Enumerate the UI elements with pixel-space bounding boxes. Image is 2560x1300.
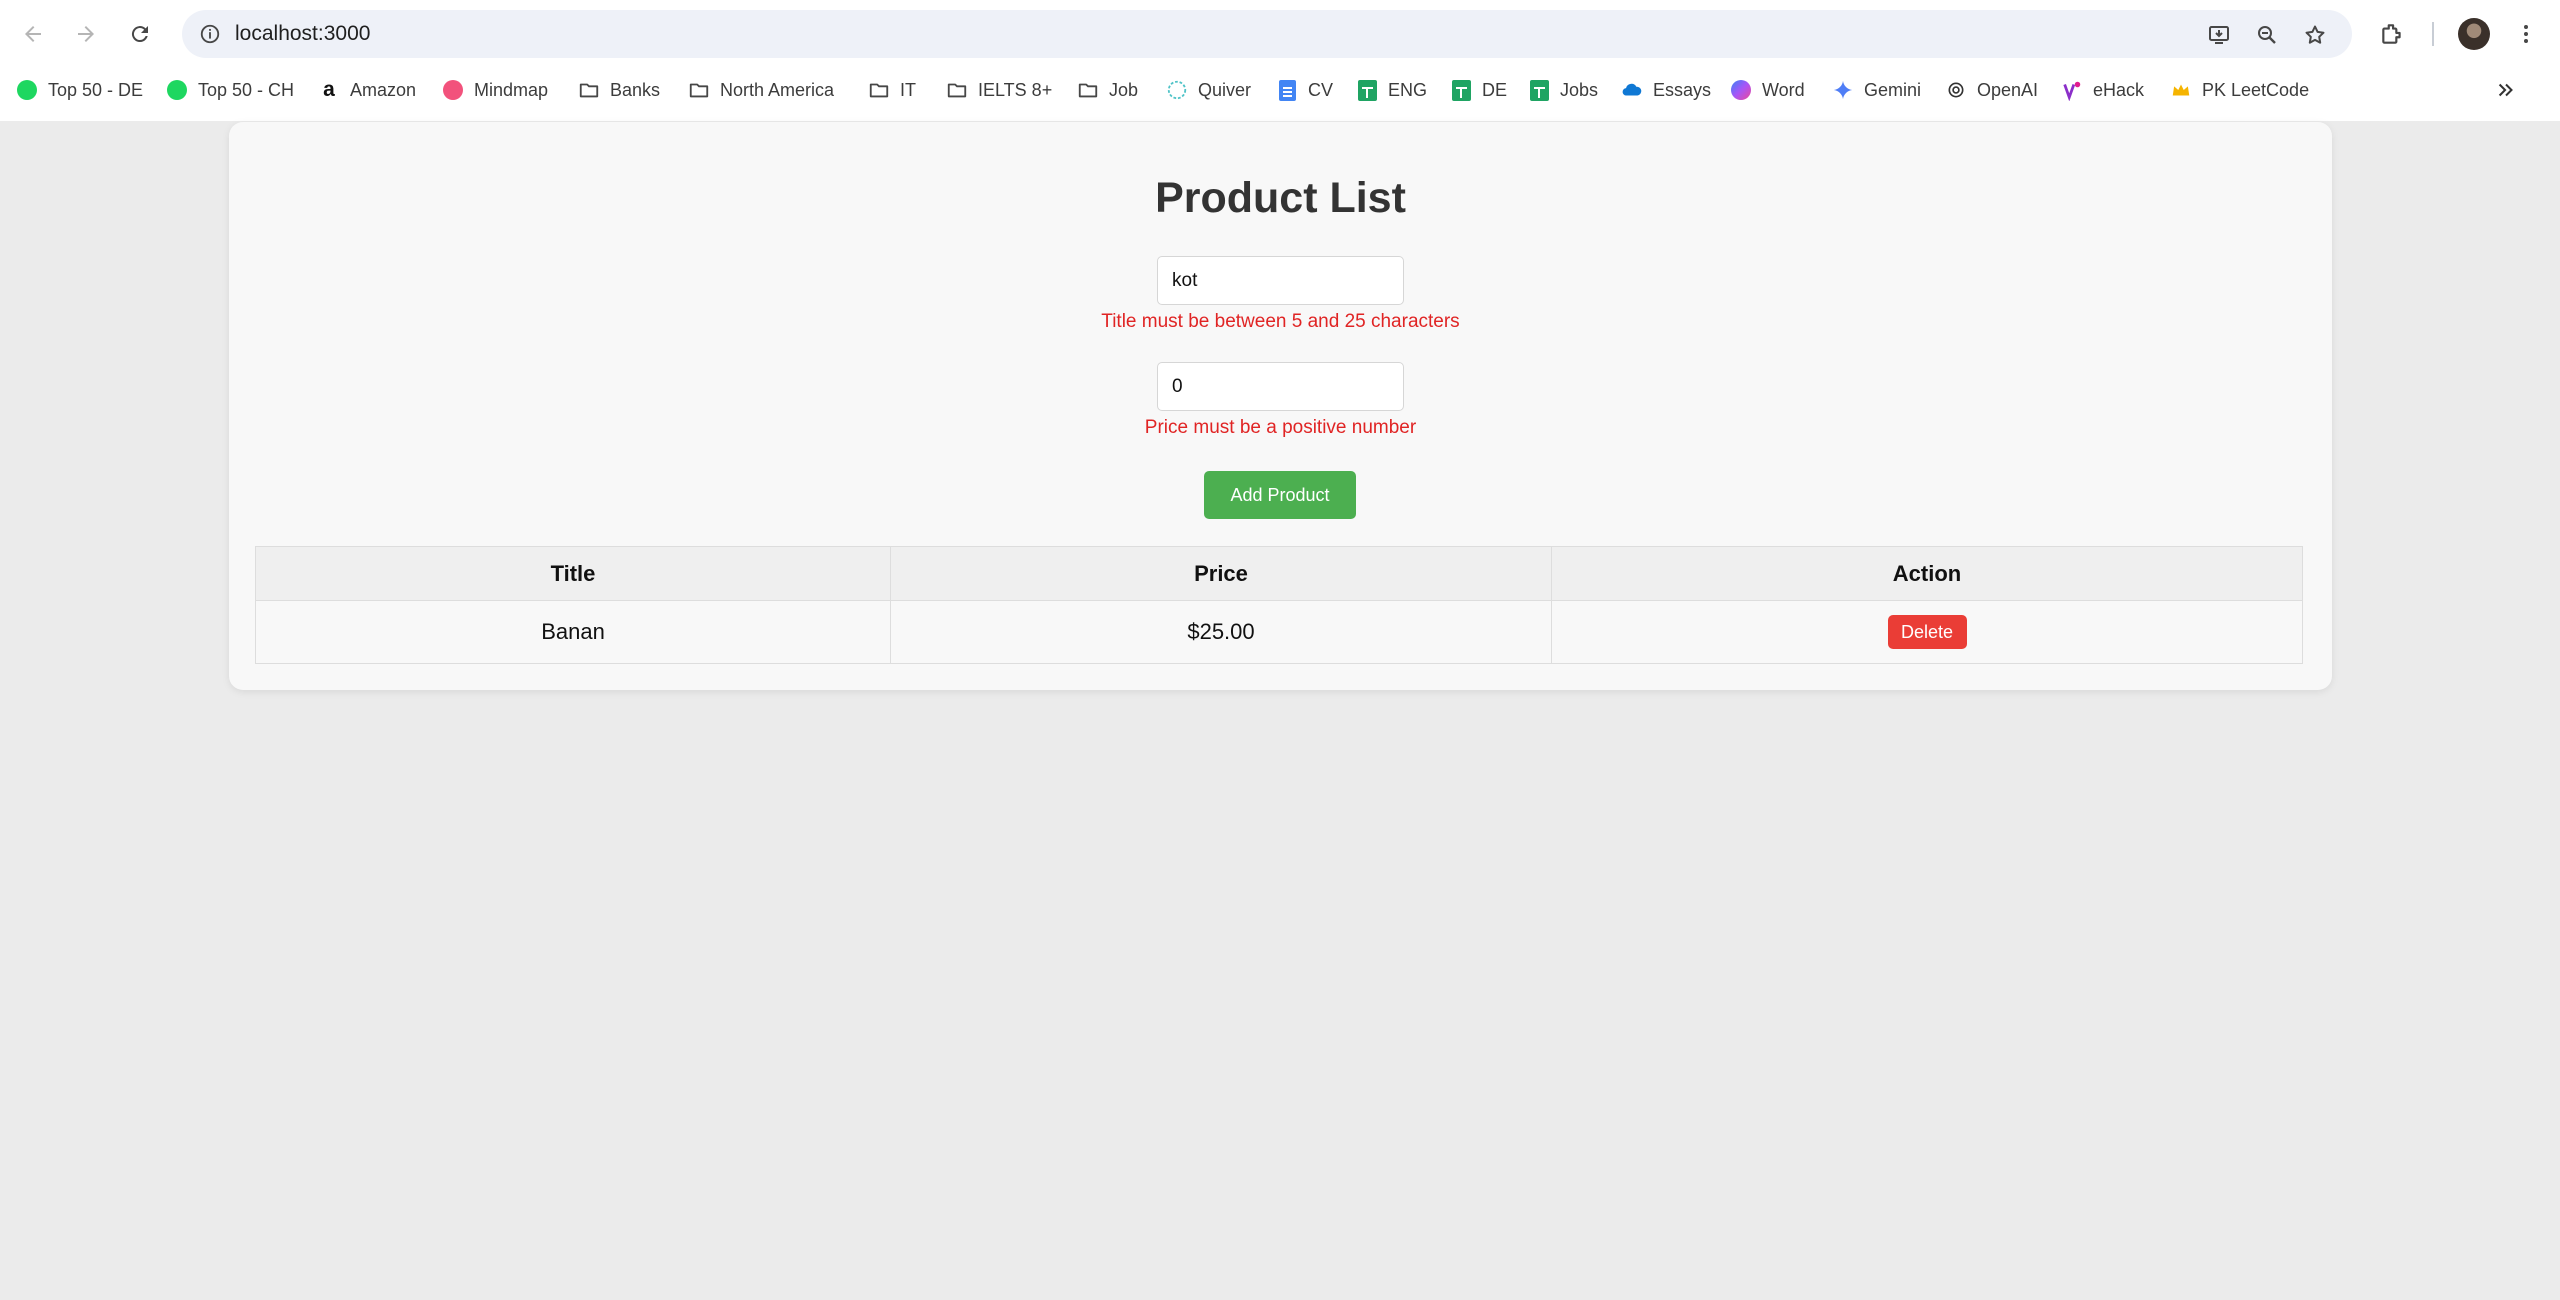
price-error-message: Price must be a positive number [1144, 417, 1417, 438]
folder-icon [688, 79, 710, 101]
bookmark-essays[interactable]: Essays [1621, 74, 1711, 106]
bookmark-top-50-de[interactable]: Top 50 - DE [16, 74, 143, 106]
cell-action: Delete [1551, 600, 2303, 664]
browser-chrome: localhost:3000 Top 50 - DE Top 50 - CH a… [0, 0, 2560, 121]
folder-icon [1077, 79, 1099, 101]
column-header-title: Title [255, 546, 891, 601]
bookmarks-bar: Top 50 - DE Top 50 - CH a Amazon Mindmap… [0, 70, 2560, 110]
bookmark-label: Banks [610, 79, 661, 100]
bookmark-label: Job [1109, 79, 1139, 100]
avatar [2458, 18, 2490, 50]
openai-icon [1945, 79, 1967, 101]
bookmark-label: Word [1762, 79, 1805, 100]
site-info-icon[interactable] [196, 20, 224, 48]
profile-avatar[interactable] [2456, 16, 2492, 52]
column-header-price: Price [890, 546, 1552, 601]
bookmark-label: CV [1308, 79, 1334, 100]
reload-icon [131, 26, 148, 43]
bookmark-label: DE [1482, 79, 1508, 100]
bookmark-label: Jobs [1560, 79, 1599, 100]
bookmark-word[interactable]: Word [1730, 74, 1805, 106]
bookmark-job[interactable]: Job [1077, 74, 1138, 106]
bookmark-amazon[interactable]: a Amazon [318, 74, 416, 106]
zoom-icon[interactable] [2252, 20, 2282, 50]
arrow-right-icon [78, 26, 94, 42]
table-row: Banan $25.00 Delete [255, 600, 2303, 664]
bookmark-openai[interactable]: OpenAI [1945, 74, 2038, 106]
bookmark-label: PK LeetCode [2202, 79, 2310, 100]
add-product-button[interactable]: Add Product [1204, 471, 1356, 519]
bookmark-cv[interactable]: CV [1276, 74, 1333, 106]
folder-icon [946, 79, 968, 101]
bookmark-label: Quiver [1198, 79, 1252, 100]
spotify-icon [16, 79, 38, 101]
gemini-icon [1832, 79, 1854, 101]
folder-icon [578, 79, 600, 101]
ehack-icon [2061, 79, 2083, 101]
arrow-left-icon [25, 26, 41, 42]
address-bar[interactable]: localhost:3000 [182, 10, 2352, 58]
bookmark-north-america[interactable]: North America [688, 74, 834, 106]
bookmark-banks[interactable]: Banks [578, 74, 660, 106]
price-input[interactable] [1157, 362, 1404, 411]
bookmark-gemini[interactable]: Gemini [1832, 74, 1921, 106]
cell-price: $25.00 [890, 600, 1552, 664]
quiver-icon [1166, 79, 1188, 101]
mindmap-icon [442, 79, 464, 101]
page-title: Product List [1155, 174, 1406, 222]
product-list-card: Product List Title must be between 5 and… [229, 122, 2332, 690]
bookmark-label: ENG [1388, 79, 1428, 100]
browser-toolbar: localhost:3000 [0, 0, 2560, 68]
delete-button[interactable]: Delete [1887, 615, 1967, 649]
copilot-icon [1730, 79, 1752, 101]
cell-title: Banan [255, 600, 891, 664]
table-header-row: Title Price Action [255, 546, 2303, 601]
folder-icon [868, 79, 890, 101]
extensions-icon[interactable] [2374, 16, 2410, 52]
bookmark-it[interactable]: IT [868, 74, 916, 106]
bookmark-ielts[interactable]: IELTS 8+ [946, 74, 1052, 106]
bookmark-quiver[interactable]: Quiver [1166, 74, 1251, 106]
bookmark-label: IELTS 8+ [978, 79, 1053, 100]
toolbar-divider [2432, 22, 2434, 46]
bookmark-label: Amazon [350, 79, 417, 100]
forward-button[interactable] [68, 16, 104, 52]
google-sheets-icon [1450, 79, 1472, 101]
title-error-message: Title must be between 5 and 25 character… [1101, 311, 1460, 332]
bookmark-label: IT [900, 79, 916, 100]
bookmark-label: North America [720, 79, 835, 100]
column-header-action: Action [1551, 546, 2303, 601]
bookmark-label: Top 50 - CH [198, 79, 295, 100]
bookmark-mindmap[interactable]: Mindmap [442, 74, 548, 106]
bookmark-label: Mindmap [474, 79, 549, 100]
title-input[interactable] [1157, 256, 1404, 305]
bookmark-ehack[interactable]: eHack [2061, 74, 2144, 106]
google-docs-icon [1276, 79, 1298, 101]
bookmark-label: Top 50 - DE [48, 79, 144, 100]
back-button[interactable] [15, 16, 51, 52]
bookmark-label: Essays [1653, 79, 1712, 100]
bookmark-de[interactable]: DE [1450, 74, 1507, 106]
bookmark-label: Gemini [1864, 79, 1922, 100]
install-app-icon[interactable] [2204, 20, 2234, 50]
bookmark-eng[interactable]: ENG [1356, 74, 1427, 106]
bookmark-top-50-ch[interactable]: Top 50 - CH [166, 74, 294, 106]
crown-icon [2170, 79, 2192, 101]
onedrive-icon [1621, 79, 1643, 101]
amazon-icon: a [323, 78, 335, 101]
bookmark-star-icon[interactable] [2300, 20, 2330, 50]
spotify-icon [166, 79, 188, 101]
bookmark-pk-leetcode[interactable]: PK LeetCode [2170, 74, 2309, 106]
bookmark-jobs[interactable]: Jobs [1528, 74, 1598, 106]
bookmarks-overflow-icon[interactable] [2490, 74, 2522, 106]
address-url[interactable]: localhost:3000 [235, 21, 370, 47]
browser-menu-icon[interactable] [2508, 16, 2544, 52]
product-table: Title Price Action Banan $25.00 Delete [255, 546, 2303, 664]
bookmark-label: eHack [2093, 79, 2145, 100]
bookmark-label: OpenAI [1977, 79, 2039, 100]
google-sheets-icon [1528, 79, 1550, 101]
google-sheets-icon [1356, 79, 1378, 101]
reload-button[interactable] [122, 16, 158, 52]
